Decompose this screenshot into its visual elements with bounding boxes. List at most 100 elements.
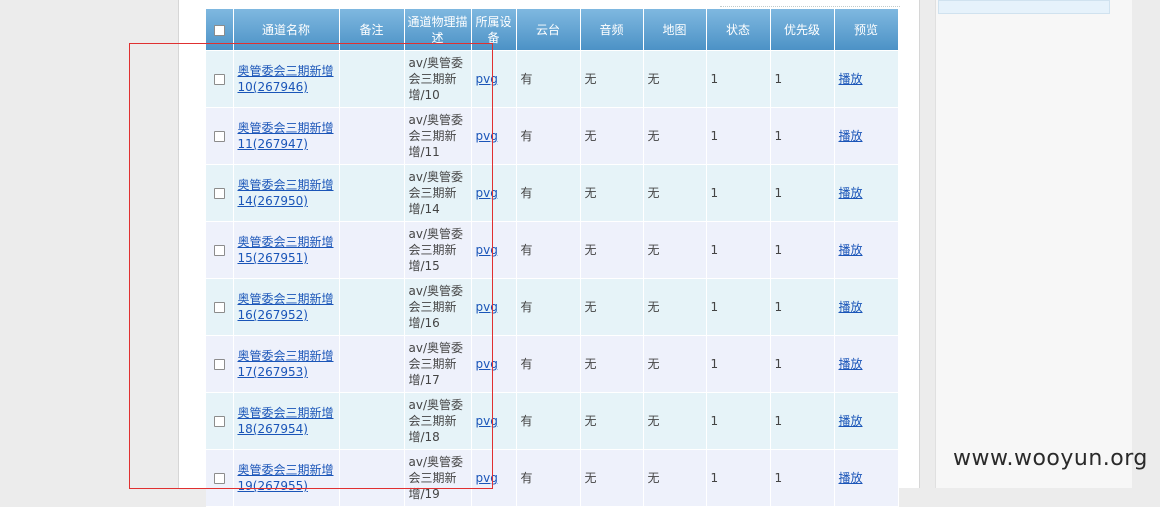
device-link[interactable]: pvg bbox=[476, 129, 498, 143]
preview-cell: 播放 bbox=[834, 335, 899, 393]
note-cell bbox=[339, 164, 405, 222]
col-header-name[interactable]: 通道名称 bbox=[233, 9, 340, 51]
status-cell: 1 bbox=[706, 449, 771, 507]
desc-cell: av/奥管委会三期新增/17 bbox=[404, 335, 472, 393]
device-link[interactable]: pvg bbox=[476, 300, 498, 314]
status-cell: 1 bbox=[706, 107, 771, 165]
table-row: 奥管委会三期新增10(267946) av/奥管委会三期新增/10 pvg 有 … bbox=[206, 50, 899, 108]
channel-name-link[interactable]: 奥管委会三期新增19(267955) bbox=[238, 463, 334, 493]
device-link[interactable]: pvg bbox=[476, 471, 498, 485]
table-row: 奥管委会三期新增18(267954) av/奥管委会三期新增/18 pvg 有 … bbox=[206, 392, 899, 450]
device-link[interactable]: pvg bbox=[476, 243, 498, 257]
row-select-cell[interactable] bbox=[206, 335, 234, 393]
status-cell: 1 bbox=[706, 221, 771, 279]
col-header-priority[interactable]: 优先级 bbox=[770, 9, 835, 51]
note-cell bbox=[339, 278, 405, 336]
preview-cell: 播放 bbox=[834, 50, 899, 108]
ptz-cell: 有 bbox=[516, 107, 581, 165]
row-checkbox[interactable] bbox=[213, 302, 225, 313]
col-header-preview[interactable]: 预览 bbox=[834, 9, 899, 51]
channel-name-link[interactable]: 奥管委会三期新增15(267951) bbox=[238, 235, 334, 265]
sidebar-link[interactable] bbox=[938, 0, 1110, 14]
select-all-checkbox[interactable] bbox=[213, 24, 225, 36]
note-cell bbox=[339, 221, 405, 279]
row-select-cell[interactable] bbox=[206, 392, 234, 450]
channel-name-link[interactable]: 奥管委会三期新增16(267952) bbox=[238, 292, 334, 322]
row-checkbox[interactable] bbox=[213, 188, 225, 199]
row-checkbox[interactable] bbox=[213, 359, 225, 370]
col-header-audio[interactable]: 音频 bbox=[580, 9, 644, 51]
status-cell: 1 bbox=[706, 335, 771, 393]
play-link[interactable]: 播放 bbox=[839, 72, 863, 86]
select-all-header[interactable] bbox=[206, 9, 234, 51]
channel-name-link[interactable]: 奥管委会三期新增14(267950) bbox=[238, 178, 334, 208]
device-cell: pvg bbox=[471, 50, 517, 108]
status-cell: 1 bbox=[706, 50, 771, 108]
play-link[interactable]: 播放 bbox=[839, 243, 863, 257]
device-cell: pvg bbox=[471, 449, 517, 507]
row-checkbox[interactable] bbox=[213, 416, 225, 427]
audio-cell: 无 bbox=[580, 278, 644, 336]
watermark: www.wooyun.org bbox=[953, 446, 1148, 471]
col-header-desc[interactable]: 通道物理描述 bbox=[404, 9, 472, 51]
priority-cell: 1 bbox=[770, 107, 835, 165]
ptz-cell: 有 bbox=[516, 278, 581, 336]
row-checkbox[interactable] bbox=[213, 473, 225, 484]
row-select-cell[interactable] bbox=[206, 221, 234, 279]
col-header-note[interactable]: 备注 bbox=[339, 9, 405, 51]
map-cell: 无 bbox=[643, 221, 707, 279]
play-link[interactable]: 播放 bbox=[839, 471, 863, 485]
play-link[interactable]: 播放 bbox=[839, 357, 863, 371]
col-header-status[interactable]: 状态 bbox=[706, 9, 771, 51]
status-cell: 1 bbox=[706, 392, 771, 450]
row-select-cell[interactable] bbox=[206, 278, 234, 336]
device-link[interactable]: pvg bbox=[476, 186, 498, 200]
row-select-cell[interactable] bbox=[206, 449, 234, 507]
audio-cell: 无 bbox=[580, 392, 644, 450]
play-link[interactable]: 播放 bbox=[839, 129, 863, 143]
priority-cell: 1 bbox=[770, 392, 835, 450]
row-checkbox[interactable] bbox=[213, 131, 225, 142]
row-checkbox[interactable] bbox=[213, 74, 225, 85]
table-header-row: 通道名称 备注 通道物理描述 所属设备 云台 音频 地图 状态 优先级 预览 bbox=[206, 9, 899, 51]
channel-name-cell: 奥管委会三期新增10(267946) bbox=[233, 50, 340, 108]
status-cell: 1 bbox=[706, 278, 771, 336]
device-link[interactable]: pvg bbox=[476, 414, 498, 428]
device-cell: pvg bbox=[471, 392, 517, 450]
ptz-cell: 有 bbox=[516, 50, 581, 108]
priority-cell: 1 bbox=[770, 50, 835, 108]
map-cell: 无 bbox=[643, 449, 707, 507]
channel-name-link[interactable]: 奥管委会三期新增10(267946) bbox=[238, 64, 334, 94]
channel-name-link[interactable]: 奥管委会三期新增11(267947) bbox=[238, 121, 334, 151]
note-cell bbox=[339, 392, 405, 450]
preview-cell: 播放 bbox=[834, 221, 899, 279]
col-header-ptz[interactable]: 云台 bbox=[516, 9, 581, 51]
row-select-cell[interactable] bbox=[206, 164, 234, 222]
play-link[interactable]: 播放 bbox=[839, 414, 863, 428]
table-row: 奥管委会三期新增17(267953) av/奥管委会三期新增/17 pvg 有 … bbox=[206, 335, 899, 393]
col-header-device[interactable]: 所属设备 bbox=[471, 9, 517, 51]
play-link[interactable]: 播放 bbox=[839, 186, 863, 200]
preview-cell: 播放 bbox=[834, 278, 899, 336]
channel-name-link[interactable]: 奥管委会三期新增18(267954) bbox=[238, 406, 334, 436]
channel-name-cell: 奥管委会三期新增15(267951) bbox=[233, 221, 340, 279]
channel-table: 通道名称 备注 通道物理描述 所属设备 云台 音频 地图 状态 优先级 预览 奥… bbox=[206, 9, 899, 507]
device-cell: pvg bbox=[471, 164, 517, 222]
channel-name-link[interactable]: 奥管委会三期新增17(267953) bbox=[238, 349, 334, 379]
channel-name-cell: 奥管委会三期新增14(267950) bbox=[233, 164, 340, 222]
device-link[interactable]: pvg bbox=[476, 72, 498, 86]
col-header-map[interactable]: 地图 bbox=[643, 9, 707, 51]
row-checkbox[interactable] bbox=[213, 245, 225, 256]
device-link[interactable]: pvg bbox=[476, 357, 498, 371]
ptz-cell: 有 bbox=[516, 392, 581, 450]
ptz-cell: 有 bbox=[516, 335, 581, 393]
pagination-strip bbox=[720, 0, 900, 7]
table-row: 奥管委会三期新增19(267955) av/奥管委会三期新增/19 pvg 有 … bbox=[206, 449, 899, 507]
play-link[interactable]: 播放 bbox=[839, 300, 863, 314]
device-cell: pvg bbox=[471, 335, 517, 393]
row-select-cell[interactable] bbox=[206, 50, 234, 108]
audio-cell: 无 bbox=[580, 221, 644, 279]
row-select-cell[interactable] bbox=[206, 107, 234, 165]
status-cell: 1 bbox=[706, 164, 771, 222]
device-cell: pvg bbox=[471, 221, 517, 279]
